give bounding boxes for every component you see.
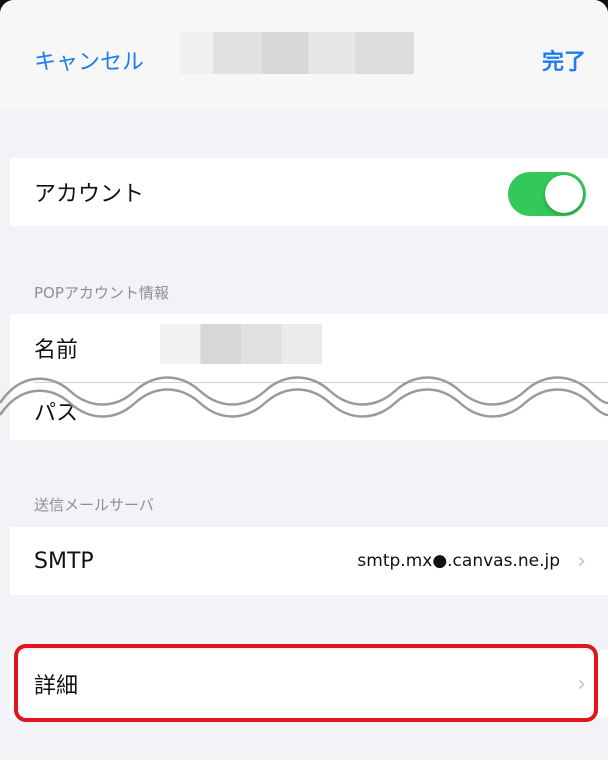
smtp-server-value: smtp.mx●.canvas.ne.jp — [357, 551, 560, 571]
smtp-row[interactable]: SMTP smtp.mx●.canvas.ne.jp › — [10, 527, 608, 595]
advanced-label: 詳細 — [34, 674, 79, 699]
account-group: アカウント — [10, 158, 608, 226]
cancel-button[interactable]: キャンセル — [34, 44, 144, 76]
chevron-right-icon: › — [577, 672, 586, 697]
done-button[interactable]: 完了 — [542, 44, 586, 76]
outgoing-server-group: SMTP smtp.mx●.canvas.ne.jp › — [10, 527, 608, 595]
advanced-group: 詳細 › — [10, 650, 608, 718]
account-toggle-switch[interactable] — [508, 172, 586, 216]
account-row: アカウント — [10, 158, 608, 226]
chevron-right-icon: › — [577, 549, 586, 574]
smtp-label: SMTP — [34, 548, 94, 574]
wavy-cut-divider — [0, 376, 608, 418]
account-label: アカウント — [34, 182, 145, 207]
pop-section-header: POPアカウント情報 — [34, 284, 169, 302]
outgoing-section-header: 送信メールサーバ — [34, 496, 154, 514]
navigation-bar: キャンセル 完了 — [0, 0, 608, 110]
toggle-knob — [545, 175, 583, 213]
mail-account-settings-screen: キャンセル 完了 アカウント POPアカウント情報 名前 パス 送信メールサーバ — [0, 0, 608, 760]
advanced-row[interactable]: 詳細 › — [10, 650, 608, 718]
nav-title-redacted — [180, 32, 414, 74]
